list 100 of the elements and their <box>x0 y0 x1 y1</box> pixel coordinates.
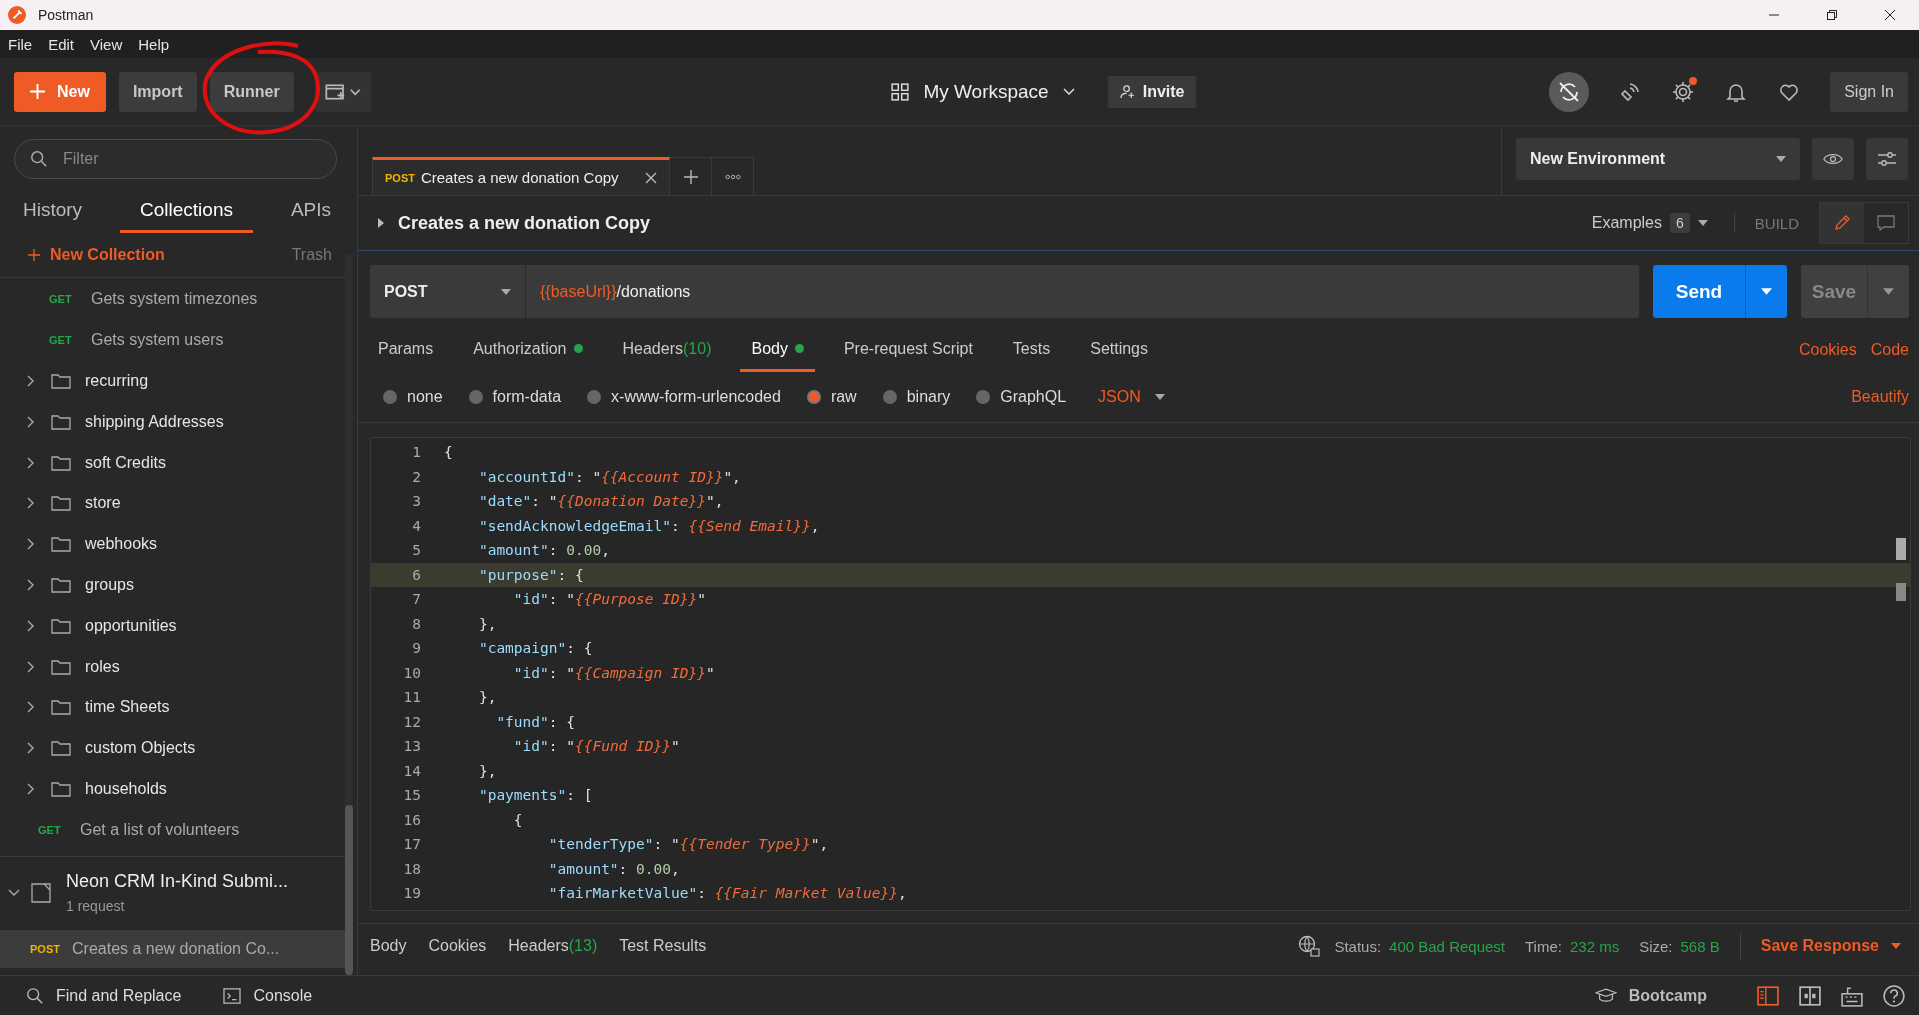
header-link[interactable]: Code <box>1870 328 1909 372</box>
chevron-icon[interactable] <box>27 660 35 673</box>
radio-label[interactable]: none <box>407 388 443 406</box>
filter-field[interactable]: Filter <box>14 139 337 179</box>
folder-item[interactable]: webhooks <box>85 535 158 554</box>
new-collection-button[interactable]: New Collection <box>28 246 165 264</box>
menu-item[interactable]: File <box>8 35 33 53</box>
folder-item[interactable]: opportunities <box>85 616 177 635</box>
import-button[interactable]: Import <box>118 71 197 112</box>
sidebar-tab[interactable]: APIs <box>270 189 331 233</box>
workspace-dropdown[interactable]: My Workspace <box>885 71 1081 112</box>
chevron-icon[interactable] <box>27 619 35 632</box>
folder-item[interactable]: custom Objects <box>85 739 196 758</box>
response-tab[interactable]: Body <box>370 937 407 955</box>
chevron-icon[interactable] <box>27 497 35 510</box>
save-response-button[interactable]: Save Response <box>1754 936 1907 956</box>
restore-icon[interactable] <box>1826 9 1838 21</box>
two-pane-icon[interactable] <box>1757 984 1779 1007</box>
radio-label[interactable]: form-data <box>492 388 562 406</box>
close-icon[interactable] <box>1884 9 1896 21</box>
request-section-tab[interactable]: Params <box>378 328 445 372</box>
request-section-tab[interactable]: Tests <box>1001 328 1062 372</box>
format-dropdown[interactable]: JSON <box>1092 387 1171 407</box>
chevron-icon[interactable] <box>27 578 35 591</box>
bootcamp-button[interactable]: Bootcamp <box>1588 985 1713 1006</box>
radio-button[interactable] <box>976 390 991 404</box>
more-tabs-button[interactable] <box>712 157 754 195</box>
request-item[interactable]: GET Get a list of volunteers <box>0 809 345 851</box>
folder-item[interactable]: shipping Addresses <box>85 412 224 431</box>
chevron-icon[interactable] <box>8 888 20 897</box>
find-replace-button[interactable]: Find and Replace <box>20 985 188 1006</box>
response-tab[interactable]: Test Results <box>619 937 707 955</box>
radio-label[interactable]: GraphQL <box>1000 388 1067 406</box>
chevron-icon[interactable] <box>27 701 35 714</box>
send-button[interactable]: Send <box>1653 265 1745 318</box>
sync-off-icon[interactable] <box>1549 71 1590 112</box>
request-section-tab[interactable]: Authorization <box>462 328 594 372</box>
eye-button[interactable] <box>1812 138 1854 180</box>
app-logo-icon <box>8 6 26 24</box>
chevron-icon[interactable] <box>27 742 35 755</box>
sign-in-button[interactable]: Sign In <box>1830 71 1908 112</box>
request-item[interactable]: GET Gets system timezones <box>0 279 345 320</box>
collection-name[interactable]: Neon CRM In-Kind Submi... <box>66 871 289 893</box>
response-tab[interactable]: Headers(13) <box>508 937 598 955</box>
help-icon[interactable] <box>1883 984 1905 1007</box>
sidebar-tab[interactable]: Collections <box>120 189 253 233</box>
radio-button[interactable] <box>882 390 897 404</box>
line-number: 11 <box>402 689 422 706</box>
header-link[interactable]: Cookies <box>1798 328 1857 372</box>
request-section-tab[interactable]: Body <box>740 328 815 372</box>
settings-icon[interactable] <box>1671 79 1696 104</box>
environment-settings-button[interactable] <box>1866 138 1908 180</box>
examples-dropdown[interactable]: Examples 6 <box>1585 212 1714 234</box>
split-pane-icon[interactable] <box>1799 984 1821 1007</box>
expand-icon[interactable] <box>378 218 384 228</box>
url-field[interactable]: {{baseUrl}}/donations <box>526 265 1639 318</box>
folder-item[interactable]: soft Credits <box>85 453 166 472</box>
add-tab-button[interactable] <box>670 157 712 195</box>
response-tab[interactable]: Cookies <box>428 937 487 955</box>
menu-item[interactable]: Help <box>138 35 170 53</box>
scrollbar[interactable] <box>345 254 353 975</box>
request-tab[interactable]: POST Creates a new donation Copy <box>372 157 670 195</box>
chevron-icon[interactable] <box>27 456 35 469</box>
radio-label[interactable]: binary <box>906 388 951 406</box>
new-window-button[interactable] <box>314 71 371 112</box>
runner-button[interactable]: Runner <box>209 71 294 112</box>
chevron-icon[interactable] <box>27 415 35 428</box>
chevron-icon[interactable] <box>27 375 35 387</box>
radio-button[interactable] <box>587 390 602 404</box>
request-item[interactable]: POST Creates a new donation Co... <box>0 930 345 969</box>
sidebar-tab[interactable]: History <box>23 189 103 233</box>
radio-button[interactable] <box>806 390 821 404</box>
invite-button[interactable]: Invite <box>1107 75 1197 108</box>
window-title: Postman <box>38 7 94 23</box>
globe-lock-icon[interactable] <box>1298 935 1321 957</box>
chevron-icon[interactable] <box>27 782 35 795</box>
request-section-tab[interactable]: Settings <box>1079 328 1159 372</box>
environment-dropdown[interactable]: New Environment <box>1516 138 1800 180</box>
folder-item[interactable]: roles <box>85 657 120 676</box>
request-item[interactable]: GET Gets system users <box>0 319 345 361</box>
close-icon[interactable] <box>645 171 657 184</box>
beautify-link[interactable]: Beautify <box>1851 388 1909 406</box>
radio-button[interactable] <box>468 390 483 404</box>
request-section-tab[interactable]: Pre-request Script <box>832 328 984 372</box>
folder-item[interactable]: recurring <box>85 372 149 390</box>
radio-button[interactable] <box>383 390 397 404</box>
menu-item[interactable]: View <box>90 35 123 53</box>
radio-label[interactable]: raw <box>830 388 857 406</box>
request-section-tab[interactable]: Headers(10) <box>611 328 723 372</box>
folder-item[interactable]: groups <box>85 575 134 594</box>
menu-item[interactable]: Edit <box>48 35 75 53</box>
chevron-icon[interactable] <box>27 538 35 551</box>
code-line: "date": "{{Donation Date}}", <box>477 493 724 510</box>
method-dropdown[interactable]: POST <box>370 265 526 318</box>
folder-item[interactable]: time Sheets <box>85 698 170 717</box>
console-button[interactable]: Console <box>217 985 319 1006</box>
radio-label[interactable]: x-www-form-urlencoded <box>611 388 781 406</box>
request-name[interactable]: Creates a new donation Copy <box>398 212 651 234</box>
folder-item[interactable]: store <box>85 494 121 513</box>
folder-item[interactable]: households <box>85 779 167 798</box>
